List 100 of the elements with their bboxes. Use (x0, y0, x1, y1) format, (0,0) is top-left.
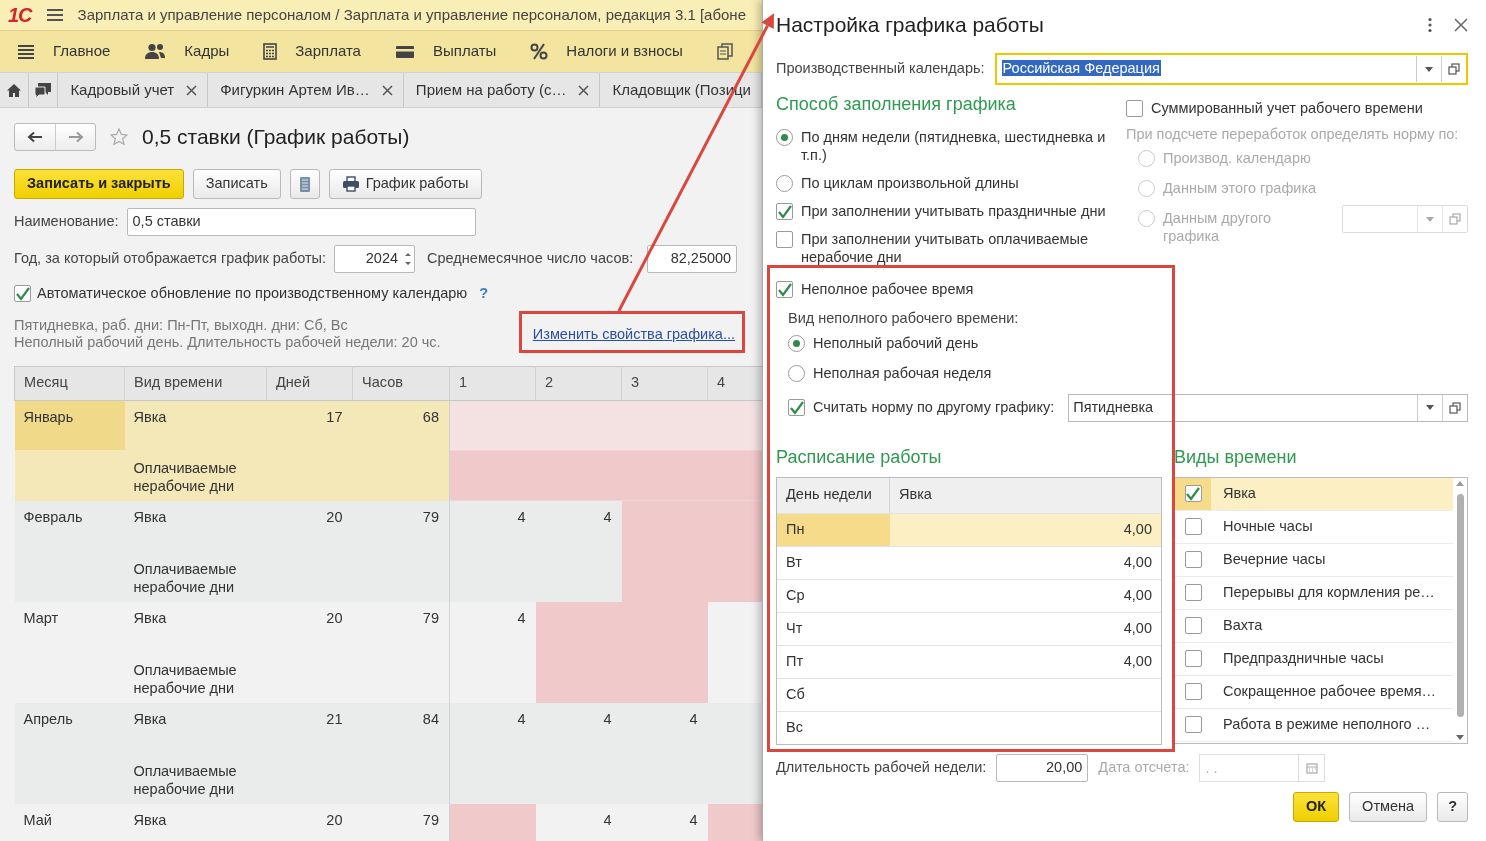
checkbox[interactable] (788, 399, 805, 417)
save-close-button[interactable]: Записать и закрыть (14, 169, 184, 199)
column-header[interactable]: 1 (449, 366, 536, 401)
table-cell: Явка (124, 400, 267, 451)
cancel-button[interactable]: Отмена (1349, 791, 1428, 822)
radio-label: Неполная рабочая неделя (813, 363, 992, 382)
menu-icon[interactable] (45, 8, 64, 22)
input-field[interactable]: 82,25000 (647, 245, 738, 273)
column-header[interactable]: Месяц (14, 366, 125, 401)
checkbox[interactable] (1184, 551, 1202, 569)
scroll-down-icon[interactable] (1456, 734, 1464, 740)
radio-button[interactable] (776, 175, 793, 192)
number-field[interactable]: 2024 (334, 245, 416, 273)
close-icon[interactable] (578, 84, 590, 96)
column-header[interactable]: День недели (777, 477, 890, 513)
close-icon[interactable] (381, 84, 393, 96)
table-cell[interactable]: 4,00 (890, 579, 1161, 612)
list-item[interactable]: Явка (1175, 477, 1453, 511)
section-link[interactable]: Зарплата (263, 40, 361, 63)
checkbox[interactable] (14, 285, 31, 303)
table-cell[interactable]: Сб (777, 678, 890, 711)
section-link[interactable]: Выплаты (394, 40, 497, 63)
checkbox[interactable] (1184, 650, 1202, 668)
table-cell[interactable]: Чт (777, 612, 890, 645)
input-field[interactable]: 0,5 ставки (126, 208, 476, 236)
table-cell: Явка (124, 703, 267, 754)
card-icon (394, 44, 415, 59)
copy-icon[interactable] (716, 43, 733, 60)
table-cell: Апрель (14, 703, 125, 754)
checkbox-label: Автоматическое обновление по производственному календарю (37, 284, 468, 303)
open-icon[interactable] (1449, 401, 1461, 414)
edit-properties-link[interactable]: Изменить свойства графика... (532, 324, 735, 346)
scroll-up-icon[interactable] (1456, 480, 1464, 486)
list-item[interactable]: Вечерние часы (1175, 543, 1453, 577)
tab[interactable]: Фигуркин Артем Ив… (208, 73, 404, 107)
list-item[interactable]: Перерывы для кормления ре… (1175, 576, 1453, 610)
radio-button[interactable] (788, 334, 805, 352)
table-cell[interactable]: 4,00 (890, 513, 1161, 546)
number-field[interactable]: 20,00 (996, 753, 1089, 782)
checkbox[interactable] (1184, 617, 1202, 635)
star-icon[interactable] (110, 128, 128, 146)
checkbox[interactable] (776, 231, 793, 248)
table-cell[interactable]: 4,00 (890, 546, 1161, 579)
column-header[interactable]: Вид времени (124, 366, 267, 401)
column-header[interactable]: 2 (535, 366, 622, 401)
more-icon[interactable] (1428, 17, 1432, 33)
list-item[interactable]: Вахта (1175, 609, 1453, 643)
close-icon[interactable] (186, 84, 198, 96)
dropdown-field[interactable]: Российская Федерация (994, 53, 1468, 85)
tab[interactable]: Прием на работу (с… (403, 73, 601, 107)
checkbox[interactable] (776, 281, 793, 298)
checkbox-label: Неполное рабочее время (801, 280, 974, 298)
field-label: Год, за который отображается график работы: (14, 249, 327, 269)
checkbox[interactable] (1184, 518, 1202, 536)
open-icon[interactable] (1448, 63, 1460, 75)
checkbox[interactable] (776, 203, 793, 220)
arrow-right-icon (67, 131, 84, 143)
column-header[interactable]: 4 (707, 366, 762, 401)
table-cell: Оплачиваемые нерабочие дни (124, 450, 267, 502)
column-header[interactable]: 3 (621, 366, 708, 401)
section-link[interactable]: Кадры (144, 40, 230, 63)
list-item[interactable]: Предпраздничные часы (1175, 642, 1453, 676)
save-button[interactable]: Записать (192, 169, 281, 199)
table-cell[interactable]: 4,00 (890, 645, 1161, 678)
help-button[interactable]: ? (1437, 791, 1468, 822)
close-icon[interactable] (1454, 18, 1468, 32)
help-link[interactable]: ? (479, 283, 489, 305)
radio-button[interactable] (788, 364, 805, 382)
ok-button[interactable]: ОК (1292, 791, 1340, 822)
section-link[interactable]: Налоги и взносы (530, 40, 683, 63)
table-cell[interactable]: Ср (777, 579, 890, 612)
checkbox[interactable] (1184, 683, 1202, 701)
section-heading: Расписание работы (776, 445, 943, 469)
table-cell[interactable]: Вт (777, 546, 890, 579)
column-header[interactable]: Явка (890, 477, 1161, 513)
checkbox[interactable] (1184, 485, 1202, 503)
print-button[interactable]: График работы (328, 169, 482, 199)
table-cell[interactable]: Пн (777, 513, 890, 546)
column-header[interactable]: Дней (266, 366, 353, 401)
spin-icon[interactable] (404, 251, 413, 267)
caret-icon[interactable] (1426, 405, 1434, 411)
percent-icon (530, 43, 549, 60)
window-title: Зарплата и управление персоналом / Зарплата и управление персоналом, редакция 3.1 [абоне (77, 4, 746, 25)
tab[interactable]: Кадровый учет (58, 73, 209, 107)
checkbox[interactable] (1184, 584, 1202, 602)
column-header[interactable]: Часов (352, 366, 450, 401)
radio-button[interactable] (776, 129, 793, 146)
caret-icon[interactable] (1425, 66, 1433, 72)
date-cell: 4 (535, 804, 622, 841)
checkbox-label: Считать норму по другому графику: (813, 397, 1055, 417)
checkbox[interactable] (1184, 716, 1202, 734)
list-item[interactable]: Работа в режиме неполного … (1175, 708, 1453, 742)
list-item[interactable]: Ночные часы (1175, 510, 1453, 544)
table-cell[interactable]: Пт (777, 645, 890, 678)
table-cell[interactable]: 4,00 (890, 612, 1161, 645)
list-item[interactable]: Сокращенное рабочее время… (1175, 675, 1453, 709)
table-cell[interactable]: Вс (777, 711, 890, 744)
document-button[interactable] (289, 169, 320, 199)
section-link[interactable]: Главное (17, 40, 111, 63)
dropdown-field[interactable]: Пятидневка (1068, 393, 1468, 422)
